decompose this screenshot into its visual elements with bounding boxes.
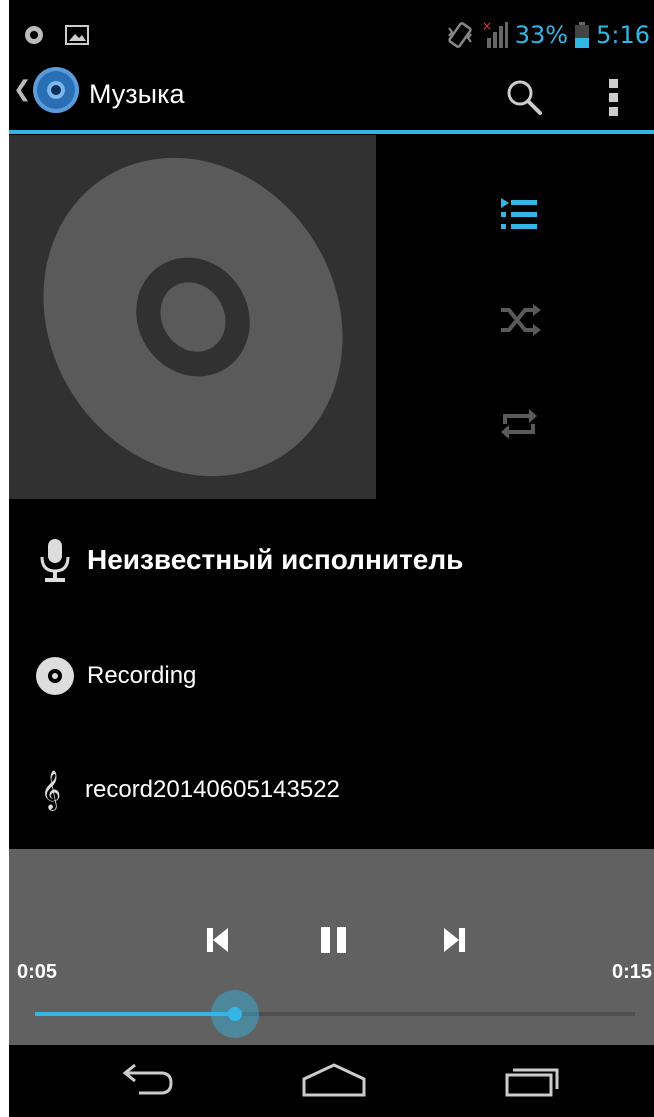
pause-button[interactable] [319,924,349,956]
next-button[interactable] [439,924,469,956]
album-row: Recording [9,656,654,696]
recents-button[interactable] [499,1055,579,1105]
music-player-screen: × 33% 5:16 ❮ Музыка Неизвестный исполнит… [9,0,654,1117]
clock: 5:16 [596,21,650,49]
back-button[interactable] [109,1055,189,1105]
seek-progress [35,1012,235,1016]
back-chevron-icon[interactable]: ❮ [13,77,31,102]
battery-icon [575,22,590,48]
action-bar-divider [9,130,654,134]
battery-percent: 33% [514,21,569,49]
status-bar: × 33% 5:16 [9,16,654,56]
previous-button[interactable] [204,924,234,956]
home-button[interactable] [294,1055,374,1105]
overflow-menu-icon[interactable] [607,77,621,119]
album-art [9,135,376,499]
vibrate-icon [447,22,472,48]
page-title: Музыка [89,79,185,109]
signal-icon: × [482,20,508,48]
microphone-icon [40,539,70,582]
navigation-bar [9,1045,654,1117]
queue-icon[interactable] [495,192,543,240]
album-disc-icon [36,657,74,695]
music-app-icon[interactable] [33,67,79,113]
album-name: Recording [87,662,197,689]
search-icon[interactable] [504,77,544,117]
seek-bar[interactable] [35,990,635,1038]
artist-name: Неизвестный исполнитель [87,544,464,575]
svg-text:×: × [482,20,492,33]
track-title: record20140605143522 [85,776,340,803]
android-notif-icon [25,26,43,44]
action-bar: ❮ Музыка [9,57,654,130]
repeat-icon[interactable] [495,400,543,448]
shuffle-icon[interactable] [495,296,543,344]
title-row: 𝄞 record20140605143522 [9,770,654,810]
treble-clef-icon: 𝄞 [41,770,62,810]
artist-row: Неизвестный исполнитель [9,535,654,585]
transport-panel: 0:05 0:15 [9,849,654,1045]
disc-placeholder-icon [43,157,343,477]
picture-icon [65,25,89,45]
total-time: 0:15 [611,961,652,983]
elapsed-time: 0:05 [17,961,58,983]
seek-thumb[interactable] [210,990,259,1038]
